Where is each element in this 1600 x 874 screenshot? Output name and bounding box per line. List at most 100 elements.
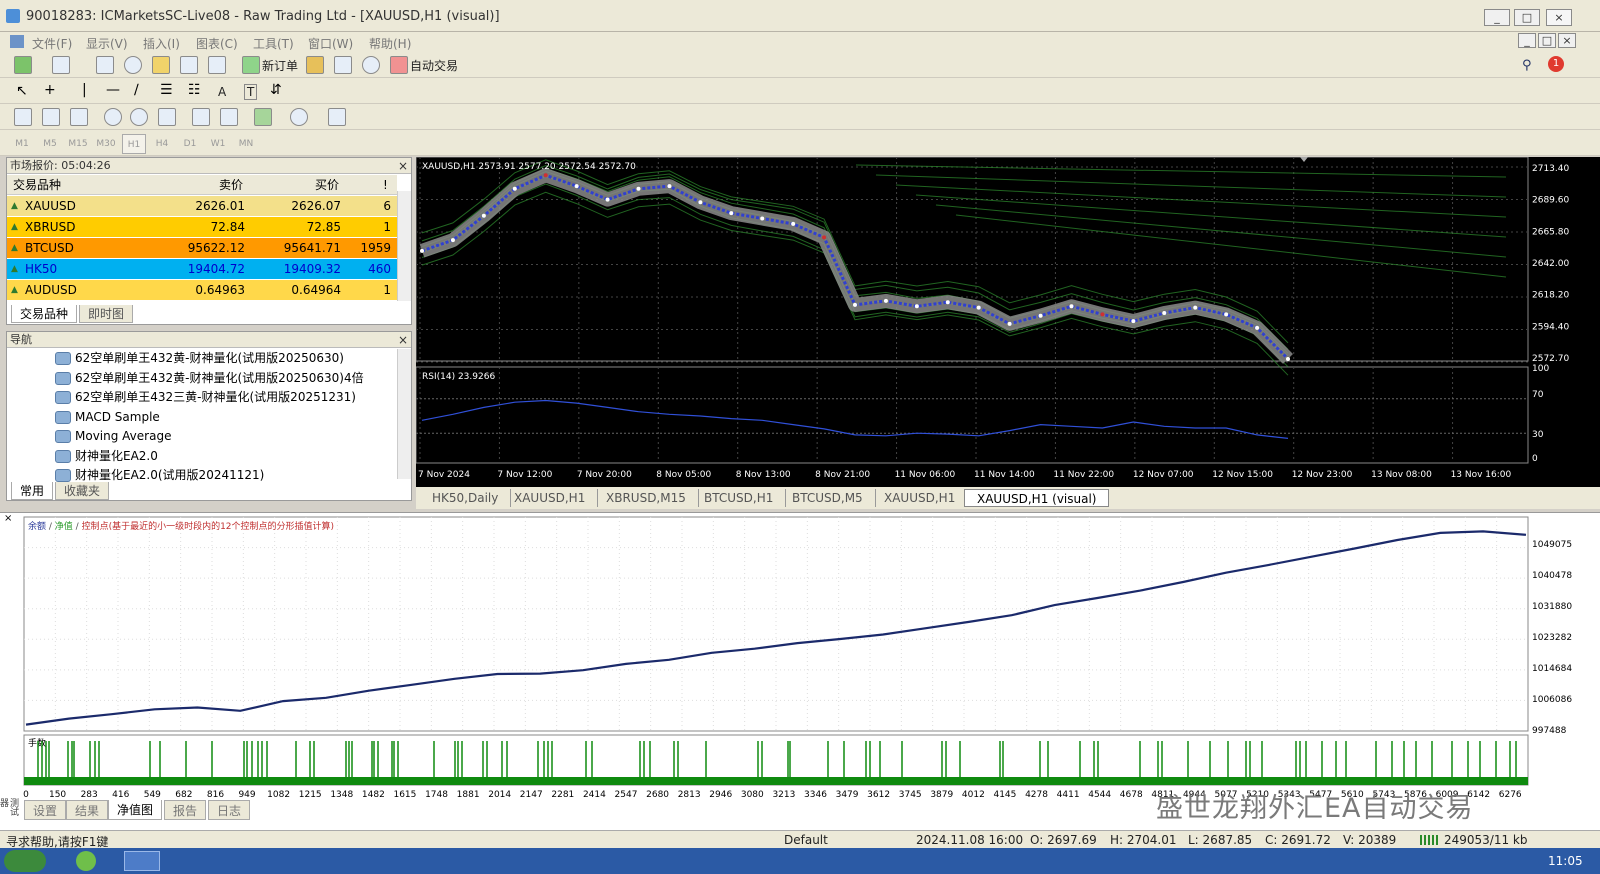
- equity-tick-label: 997488: [1532, 726, 1567, 736]
- timeframe-m1[interactable]: M1: [10, 134, 34, 154]
- zoom-in-icon[interactable]: [104, 108, 122, 126]
- tab-journal[interactable]: 日志: [208, 800, 251, 820]
- periods-icon[interactable]: [290, 108, 308, 126]
- price-tick-label: 2572.70: [1532, 354, 1569, 364]
- terminal-icon[interactable]: [180, 56, 198, 74]
- new-chart-icon[interactable]: [14, 56, 32, 74]
- search-icon[interactable]: ⚲: [1522, 58, 1532, 73]
- time-tick-label: 11 Nov 06:00: [895, 470, 956, 480]
- market-watch-row[interactable]: ▲ AUDUSD 0.64963 0.64964 1: [7, 280, 397, 300]
- line-chart-icon[interactable]: [70, 108, 88, 126]
- vertical-line-icon[interactable]: |: [82, 82, 87, 98]
- close-icon[interactable]: ×: [398, 332, 408, 348]
- standard-toolbar: 新订单 自动交易 ⚲ 1: [0, 52, 1600, 78]
- timeframe-m30[interactable]: M30: [94, 134, 118, 154]
- chart-tab[interactable]: XAUUSD,H1: [502, 489, 599, 507]
- market-watch-row[interactable]: ▲ BTCUSD 95622.12 95641.71 1959: [7, 238, 397, 258]
- timeframe-m15[interactable]: M15: [66, 134, 90, 154]
- timeframe-d1[interactable]: D1: [178, 134, 202, 154]
- templates-icon[interactable]: [328, 108, 346, 126]
- menu-insert[interactable]: 插入(I): [143, 35, 180, 52]
- inner-close-button[interactable]: ×: [1558, 33, 1576, 48]
- navigator-scrollbar[interactable]: [397, 349, 411, 479]
- timeframe-h1[interactable]: H1: [122, 134, 146, 154]
- horizontal-line-icon[interactable]: —: [106, 82, 120, 98]
- menu-tools[interactable]: 工具(T): [253, 35, 294, 52]
- navigator-icon[interactable]: [152, 56, 170, 74]
- maximize-button[interactable]: □: [1514, 9, 1540, 26]
- menu-charts[interactable]: 图表(C): [196, 35, 238, 52]
- menu-file[interactable]: 文件(F): [32, 35, 72, 52]
- cursor-icon[interactable]: ↖: [16, 83, 28, 99]
- auto-trading-icon[interactable]: [390, 56, 408, 74]
- chart-tab[interactable]: BTCUSD,M5: [780, 489, 876, 507]
- tab-report[interactable]: 报告: [164, 800, 207, 820]
- col-symbol[interactable]: 交易品种: [13, 175, 61, 195]
- tab-common[interactable]: 常用: [11, 482, 54, 500]
- timeframe-m5[interactable]: M5: [38, 134, 62, 154]
- market-watch-icon[interactable]: [96, 56, 114, 74]
- taskbar-app-icon[interactable]: [76, 851, 96, 871]
- options-icon[interactable]: [334, 56, 352, 74]
- menu-view[interactable]: 显示(V): [86, 35, 128, 52]
- crosshair-icon[interactable]: +: [44, 82, 56, 98]
- tab-settings[interactable]: 设置: [24, 800, 67, 820]
- strategy-tester-icon[interactable]: [208, 56, 226, 74]
- timeframe-h4[interactable]: H4: [150, 134, 174, 154]
- col-ask[interactable]: 买价: [315, 175, 339, 195]
- tab-symbols[interactable]: 交易品种: [11, 305, 78, 323]
- arrows-icon[interactable]: ⇵: [270, 82, 282, 98]
- chart-tab[interactable]: BTCUSD,H1: [692, 489, 787, 507]
- bar-chart-icon[interactable]: [14, 108, 32, 126]
- text-label-tool[interactable]: T: [244, 84, 258, 100]
- chart-tab[interactable]: XBRUSD,M15: [594, 489, 699, 507]
- trade-number-tick: 949: [238, 790, 255, 800]
- chart-shift-icon[interactable]: [220, 108, 238, 126]
- taskbar-terminal-icon[interactable]: [124, 851, 160, 871]
- indicators-icon[interactable]: [254, 108, 272, 126]
- auto-trading-button[interactable]: 自动交易: [410, 56, 458, 76]
- timeframe-w1[interactable]: W1: [206, 134, 230, 154]
- trade-number-tick: 1082: [267, 790, 290, 800]
- minimize-button[interactable]: _: [1484, 9, 1510, 26]
- profiles-icon[interactable]: [52, 56, 70, 74]
- chart-tab[interactable]: XAUUSD,H1: [872, 489, 969, 507]
- start-button[interactable]: [4, 850, 46, 872]
- market-watch-row[interactable]: ▲ XAUUSD 2626.01 2626.07 6: [7, 196, 397, 216]
- signals-icon[interactable]: [362, 56, 380, 74]
- auto-scroll-icon[interactable]: [192, 108, 210, 126]
- tile-windows-icon[interactable]: [158, 108, 176, 126]
- chart-tab[interactable]: HK50,Daily: [420, 489, 512, 507]
- equidistant-channel-icon[interactable]: ☰: [160, 82, 173, 98]
- tab-equity-graph[interactable]: 净值图: [108, 800, 163, 820]
- chart-tab[interactable]: XAUUSD,H1 (visual): [964, 489, 1110, 507]
- notification-badge[interactable]: 1: [1548, 56, 1564, 72]
- timeframe-mn[interactable]: MN: [234, 134, 258, 154]
- new-order-icon[interactable]: [242, 56, 260, 74]
- market-watch-row[interactable]: ▲ XBRUSD 72.84 72.85 1: [7, 217, 397, 237]
- col-bid[interactable]: 卖价: [219, 175, 243, 195]
- candlestick-icon[interactable]: [42, 108, 60, 126]
- metaeditor-icon[interactable]: [306, 56, 324, 74]
- market-watch-row[interactable]: ▲ HK50 19404.72 19409.32 460: [7, 259, 397, 279]
- menu-help[interactable]: 帮助(H): [369, 35, 411, 52]
- fibonacci-icon[interactable]: ☷: [188, 82, 201, 98]
- crosshair-nav-icon[interactable]: [124, 56, 142, 74]
- tab-favorites[interactable]: 收藏夹: [55, 482, 110, 500]
- text-tool[interactable]: A: [218, 82, 226, 102]
- close-icon[interactable]: ×: [398, 158, 408, 174]
- tab-tick-chart[interactable]: 即时图: [79, 305, 134, 323]
- close-button[interactable]: ×: [1546, 9, 1572, 26]
- market-watch-scrollbar[interactable]: [397, 191, 411, 301]
- status-profile[interactable]: Default: [784, 833, 828, 847]
- menu-window[interactable]: 窗口(W): [308, 35, 353, 52]
- status-traffic: 249053/11 kb: [1444, 833, 1528, 847]
- inner-minimize-button[interactable]: _: [1518, 33, 1536, 48]
- new-order-button[interactable]: 新订单: [262, 56, 298, 76]
- inner-restore-button[interactable]: □: [1538, 33, 1556, 48]
- price-chart-window[interactable]: XAUUSD,H1 2573.91 2577.20 2572.54 2572.7…: [415, 156, 1600, 487]
- zoom-out-icon[interactable]: [130, 108, 148, 126]
- tab-results[interactable]: 结果: [66, 800, 109, 820]
- trendline-icon[interactable]: ∕: [134, 82, 139, 98]
- col-spread[interactable]: !: [383, 175, 388, 195]
